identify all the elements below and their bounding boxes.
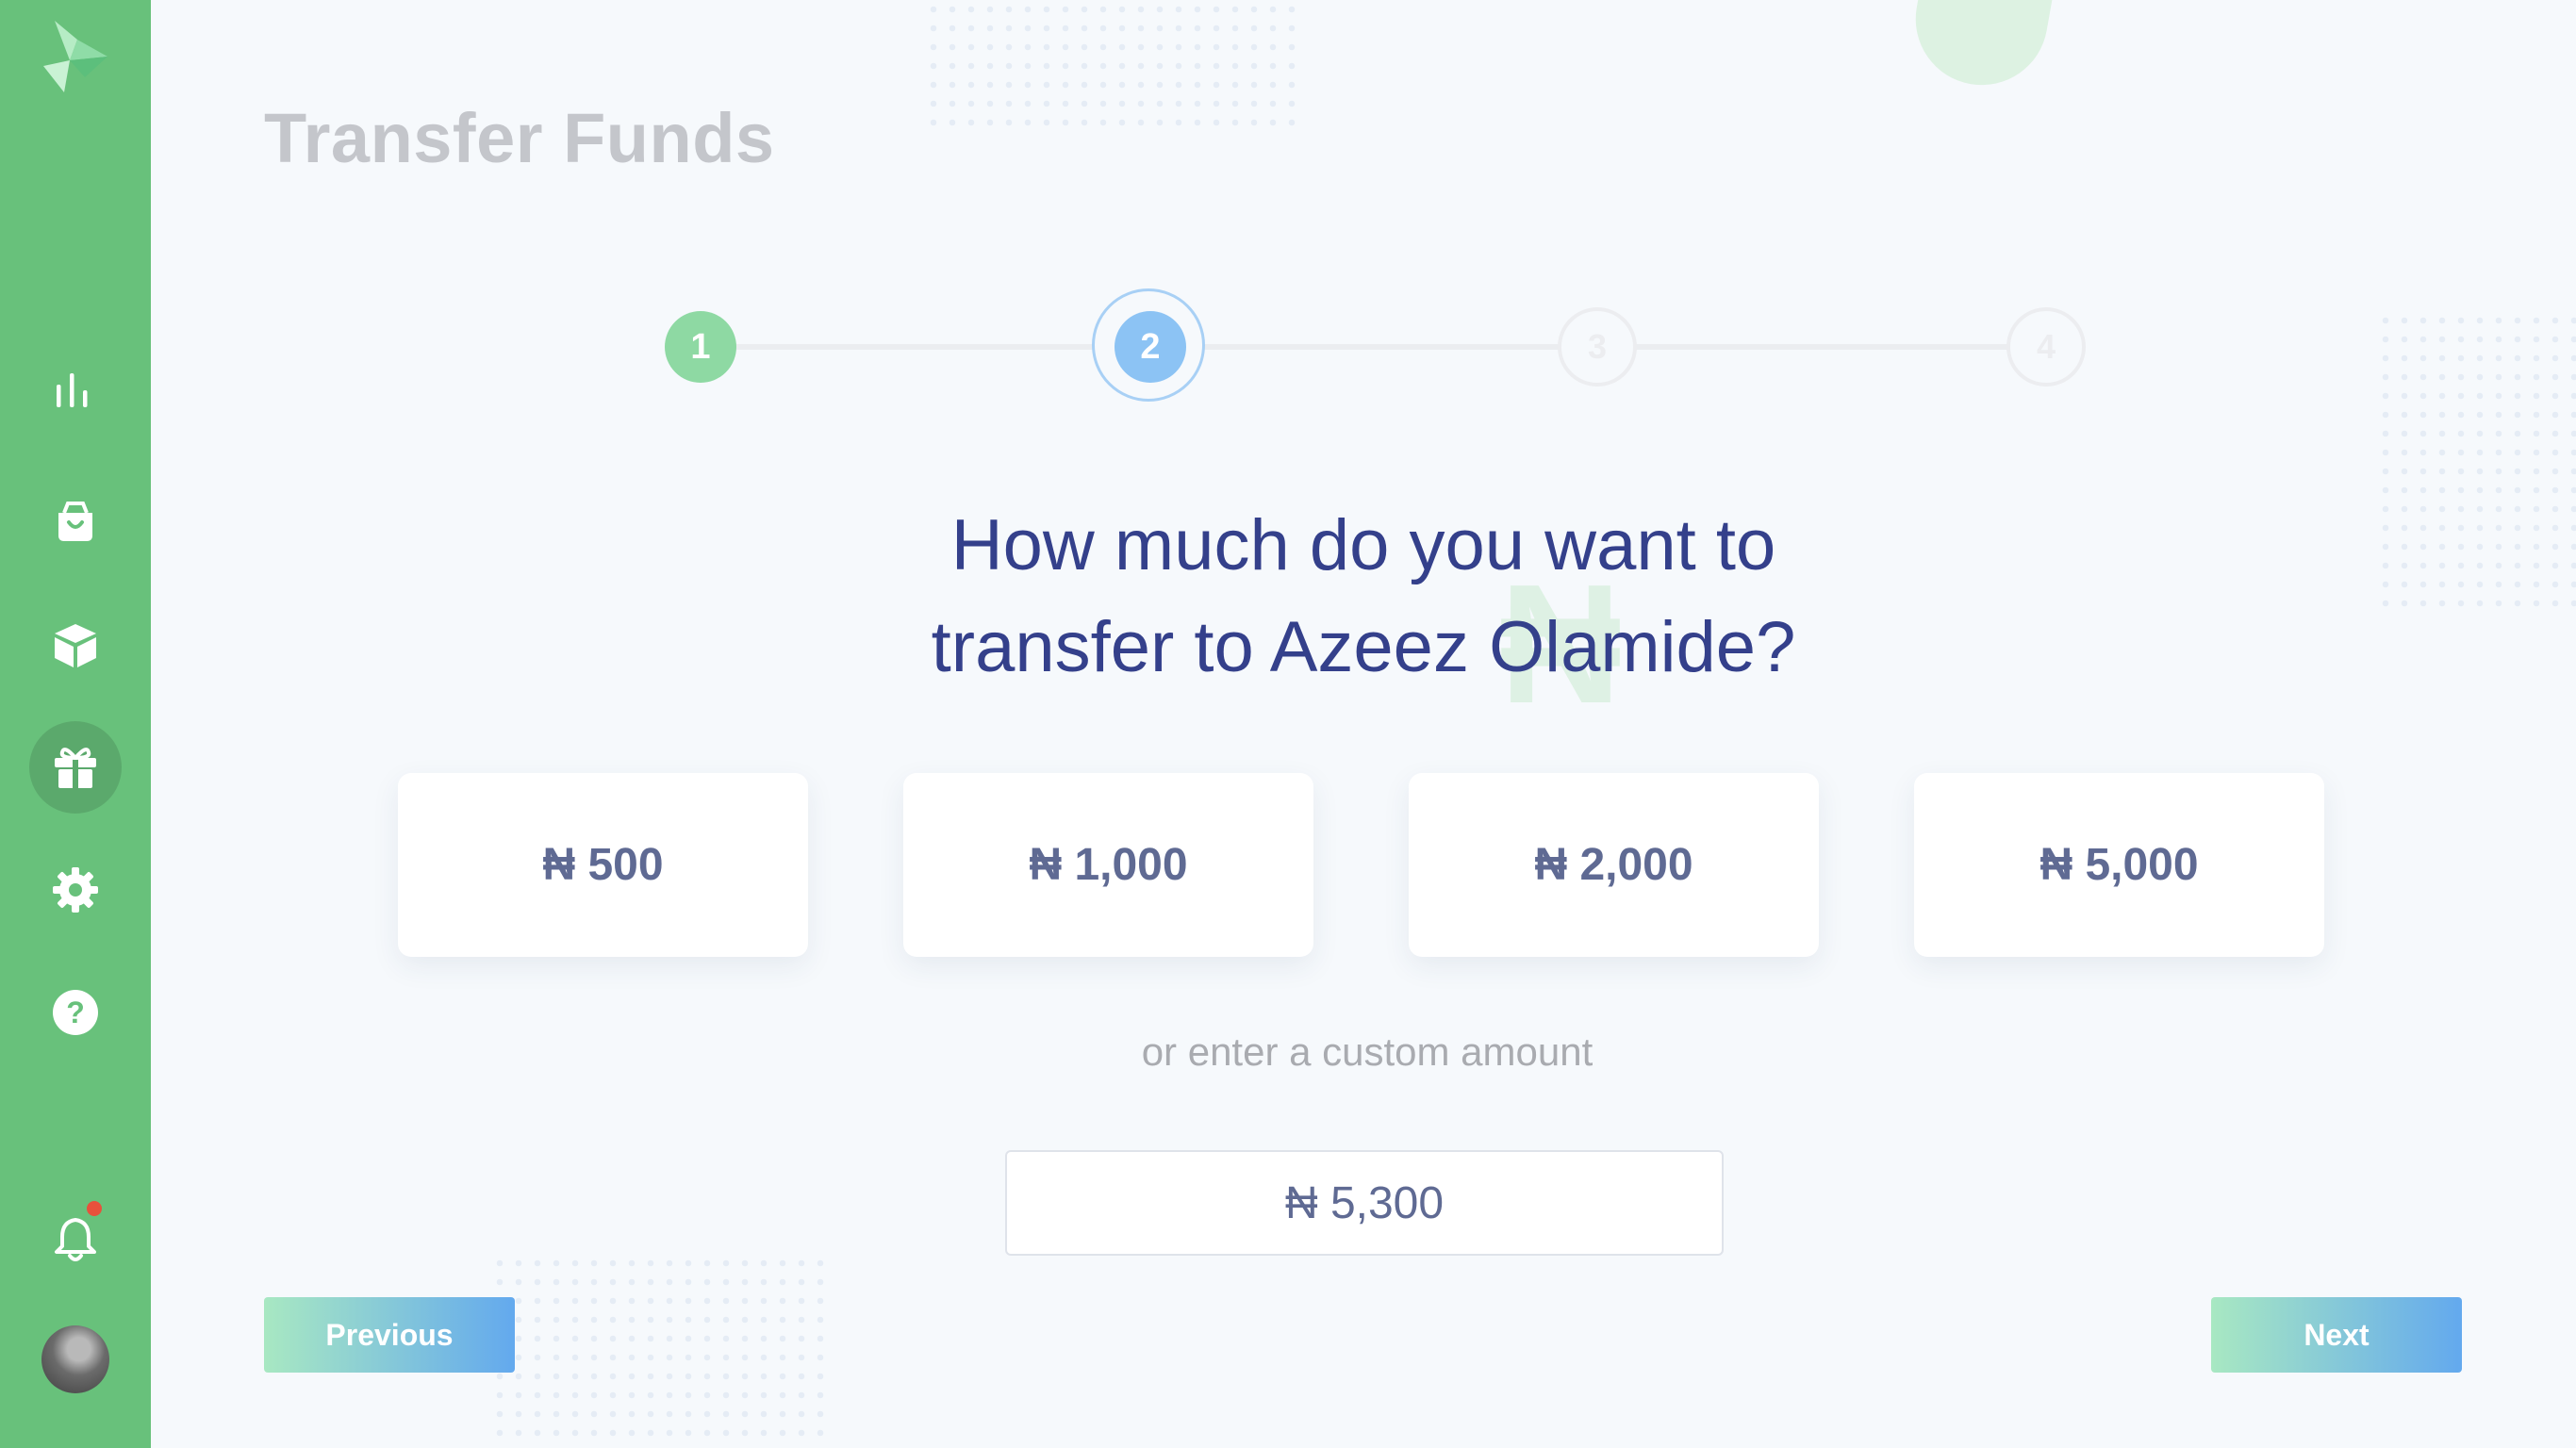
stepper-connector	[1169, 344, 1593, 350]
transfer-question: How much do you want to transfer to Azee…	[798, 495, 1929, 699]
sidebar-item-analytics[interactable]	[29, 344, 122, 436]
step-3-pending: 3	[1558, 307, 1637, 387]
background-dot-pattern	[2376, 311, 2576, 613]
amount-option-500[interactable]: ₦ 500	[398, 773, 808, 957]
sidebar-item-gifts[interactable]	[29, 721, 122, 814]
previous-button[interactable]: Previous	[264, 1297, 515, 1373]
box-icon	[55, 624, 96, 667]
bar-chart-icon	[57, 373, 88, 407]
shopping-bag-icon	[58, 502, 92, 541]
amount-option-5000[interactable]: ₦ 5,000	[1914, 773, 2324, 957]
custom-amount-input[interactable]	[1005, 1150, 1724, 1256]
stepper-connector	[1603, 344, 2046, 350]
step-2-current[interactable]: 2	[1115, 311, 1186, 383]
background-leaf-shape	[1905, 0, 2056, 96]
help-icon: ?	[53, 990, 98, 1035]
notification-badge	[84, 1198, 105, 1219]
gift-icon	[55, 748, 96, 788]
step-1-completed[interactable]: 1	[665, 311, 736, 383]
question-line-1: How much do you want to	[950, 505, 1776, 585]
sidebar-item-help[interactable]: ?	[29, 966, 122, 1059]
page-title: Transfer Funds	[264, 99, 775, 177]
sidebar: ?	[0, 0, 151, 1448]
step-4-pending: 4	[2006, 307, 2086, 387]
user-avatar[interactable]	[41, 1325, 109, 1393]
sidebar-item-shop[interactable]	[29, 476, 122, 568]
background-dot-pattern	[924, 0, 1301, 132]
bell-icon	[55, 1218, 96, 1261]
settings-gear-icon	[53, 867, 98, 913]
custom-amount-prompt: or enter a custom amount	[1141, 1029, 1593, 1074]
logo-icon[interactable]	[36, 17, 113, 94]
background-dot-pattern	[490, 1254, 830, 1448]
sidebar-item-settings[interactable]	[29, 844, 122, 936]
sidebar-item-products[interactable]	[29, 599, 122, 691]
next-button[interactable]: Next	[2211, 1297, 2462, 1373]
sidebar-item-notifications[interactable]	[29, 1193, 122, 1285]
amount-option-2000[interactable]: ₦ 2,000	[1409, 773, 1819, 957]
svg-text:?: ?	[66, 996, 85, 1029]
question-line-2: transfer to Azeez Olamide?	[931, 607, 1796, 687]
amount-option-1000[interactable]: ₦ 1,000	[903, 773, 1313, 957]
stepper-connector	[701, 344, 1129, 350]
